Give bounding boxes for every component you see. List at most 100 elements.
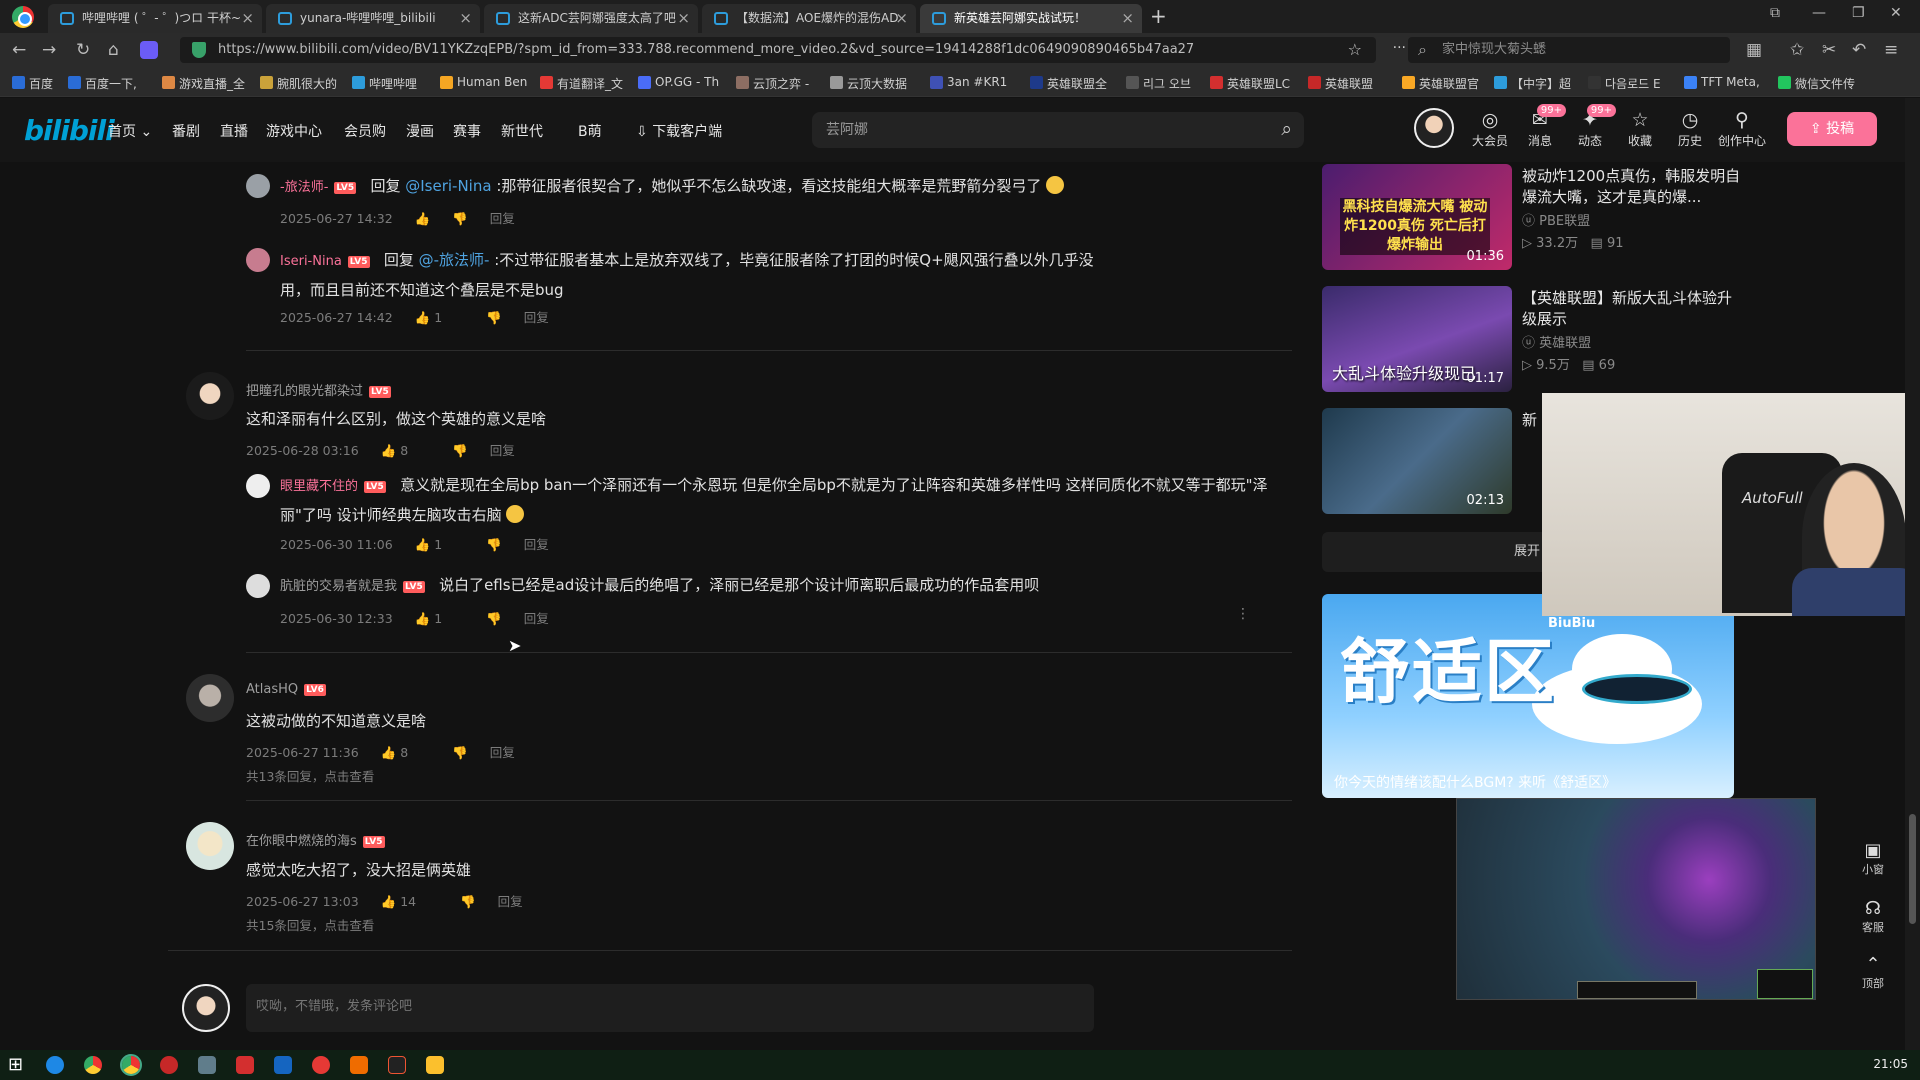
site-search-input[interactable] [826,121,1256,137]
new-tab-button[interactable]: + [1150,4,1167,28]
comment-username[interactable]: 在你眼中燃烧的海s LV5 [246,830,385,849]
mention-link[interactable]: @Iseri-Nina [405,177,491,195]
video-uploader[interactable]: ⓤ 英雄联盟 [1522,332,1591,351]
comment-username[interactable]: AtlasHQ LV6 [246,682,326,697]
close-icon[interactable]: × [1121,4,1134,33]
windows-start-icon[interactable]: ⊞ [8,1054,23,1075]
reply-button[interactable]: 回复 [490,443,515,458]
bookmark[interactable]: 微信文件传 [1778,75,1855,92]
avatar[interactable] [186,674,234,722]
app-icon[interactable] [388,1056,406,1074]
avatar[interactable] [186,372,234,420]
bookmark[interactable]: 다음로드 E [1588,75,1661,92]
dislike-icon[interactable]: 👎 [452,211,468,226]
more-options-icon[interactable]: ⋮ [1236,606,1250,622]
recommended-video[interactable]: 大乱斗体验升级现已 01:17 【英雄联盟】新版大乱斗体验升级展示 ⓤ 英雄联盟… [1322,286,1822,392]
like-icon[interactable]: 👍 1 [415,537,465,552]
tab-current-video[interactable]: 新英雄芸阿娜实战试玩！ × [920,4,1142,33]
dislike-icon[interactable]: 👎 [486,537,502,552]
like-icon[interactable]: 👍 8 [381,745,431,760]
app-icon[interactable] [350,1056,368,1074]
avatar[interactable] [246,474,270,498]
like-icon[interactable]: 👍 [415,211,431,226]
tab-adc-video[interactable]: 这新ADC芸阿娜强度太高了吧 × [484,4,698,33]
bilibili-logo[interactable]: bilibili [24,114,115,147]
reply-button[interactable]: 回复 [524,310,549,325]
apps-grid-icon[interactable]: ▦ [1746,40,1762,60]
chrome-icon[interactable] [84,1056,102,1074]
app-icon[interactable] [426,1056,444,1074]
customer-service-button[interactable]: ☊ 客服 [1852,898,1894,935]
page-scrollbar[interactable] [1905,98,1920,1050]
comment-username[interactable]: 把瞳孔的眼光都染过 LV5 [246,380,391,399]
bookmark[interactable]: 有道翻译_文 [540,75,623,92]
reply-username[interactable]: -旅法师- LV5 [280,180,357,195]
browser-search-field[interactable]: 家中惊现大菊头蟋 [1408,37,1730,63]
bookmark[interactable]: 英雄联盟 [1308,75,1373,92]
bookmark[interactable]: 3an #KR1 [930,75,1007,89]
app-icon[interactable] [198,1056,216,1074]
video-thumbnail[interactable]: 黑科技自爆流大嘴 被动炸1200真伤 死亡后打爆炸输出 01:36 [1322,164,1512,270]
vip-button[interactable]: ◎ 大会员 [1468,110,1512,149]
dislike-icon[interactable]: 👎 [452,443,468,458]
bookmark[interactable]: 【中字】超 [1494,75,1571,92]
extension-icon[interactable] [140,41,158,59]
search-icon[interactable]: ⌕ [1281,118,1292,140]
video-title[interactable]: 【英雄联盟】新版大乱斗体验升级展示 [1522,288,1742,330]
url-field[interactable]: https://www.bilibili.com/video/BV11YKZzq… [180,37,1406,63]
dynamic-button[interactable]: ✦ 99+ 动态 [1568,104,1616,149]
mention-link[interactable]: @-旅法师- [419,251,490,269]
reply-button[interactable]: 回复 [498,894,523,909]
view-more-replies[interactable]: 共13条回复，点击查看 [246,766,374,785]
video-title[interactable]: 被动炸1200点真伤，韩服发明自爆流大嘴，这才是真的爆... [1522,166,1742,208]
bookmark[interactable]: 百度一下, [68,75,137,92]
bookmark[interactable]: Human Ben [440,75,527,89]
close-icon[interactable]: × [677,4,690,33]
edge-icon[interactable] [46,1056,64,1074]
my-avatar[interactable] [182,984,230,1032]
bookmark[interactable]: 英雄联盟全 [1030,75,1107,92]
nav-game-center[interactable]: 游戏中心 [266,121,322,141]
reply-username[interactable]: 肮脏的交易者就是我 LV5 [280,579,425,594]
back-icon[interactable]: ← [12,40,26,60]
app-icon[interactable] [274,1056,292,1074]
bookmark[interactable]: 百度 [12,75,53,92]
tab-bilibili-home[interactable]: 哔哩哔哩 ( ゜- ゜)つロ 干杯~ × [48,4,262,33]
nav-bmeng[interactable]: B萌 [578,121,602,141]
like-icon[interactable]: 👍 1 [415,611,465,626]
video-thumbnail[interactable]: 大乱斗体验升级现已 01:17 [1322,286,1512,392]
minimize-icon[interactable]: — [1812,5,1826,21]
dislike-icon[interactable]: 👎 [486,611,502,626]
tab-list-icon[interactable]: ⧉ [1770,5,1780,21]
like-icon[interactable]: 👍 14 [381,894,438,909]
back-to-top-button[interactable]: ⌃ 顶部 [1852,954,1894,991]
ad-banner[interactable]: 舒适区 BiuBiu 你今天的情绪该配什么BGM? 来听《舒适区》 [1322,594,1734,798]
bookmark[interactable]: 腕肌很大的 [260,75,337,92]
undo-icon[interactable]: ↶ [1852,40,1866,60]
reply-button[interactable]: 回复 [490,211,515,226]
bookmark[interactable]: 云顶大数据 [830,75,907,92]
home-icon[interactable]: ⌂ [108,40,119,60]
mini-game-view[interactable] [1456,798,1816,1000]
close-window-icon[interactable]: ✕ [1890,5,1902,21]
nav-manga[interactable]: 漫画 [406,121,434,141]
bookmark[interactable]: 리그 오브 [1126,75,1191,92]
dislike-icon[interactable]: 👎 [460,894,476,909]
avatar[interactable] [246,248,270,272]
netease-music-icon[interactable] [160,1056,178,1074]
restore-icon[interactable]: ❐ [1852,5,1865,21]
close-icon[interactable]: × [459,4,472,33]
nav-new-generation[interactable]: 新世代 [501,121,543,141]
reload-icon[interactable]: ↻ [76,40,90,60]
video-thumbnail[interactable]: 02:13 [1322,408,1512,514]
reply-button[interactable]: 回复 [490,745,515,760]
favorites-icon[interactable]: ✩ [1790,40,1804,60]
app-icon[interactable] [312,1056,330,1074]
nav-live[interactable]: 直播 [220,121,248,141]
user-avatar[interactable] [1414,108,1454,148]
reply-username[interactable]: 眼里藏不住的 LV5 [280,479,386,494]
video-uploader[interactable]: ⓤ PBE联盟 [1522,210,1590,229]
close-icon[interactable]: × [241,4,254,33]
nav-download-client[interactable]: ⇩ 下载客户端 [636,121,722,141]
like-icon[interactable]: 👍 1 [415,310,465,325]
